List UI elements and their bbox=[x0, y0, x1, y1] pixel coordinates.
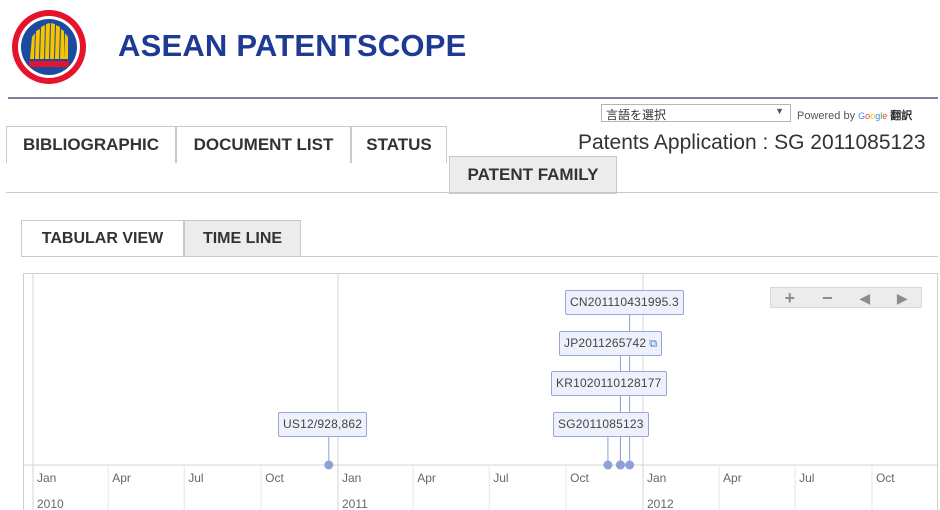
translate-link[interactable]: 翻訳 bbox=[890, 110, 912, 122]
event-dot bbox=[324, 460, 334, 470]
month-tick-label: Oct bbox=[876, 471, 895, 485]
asean-logo bbox=[9, 9, 89, 85]
view-tabs-divider bbox=[21, 256, 938, 257]
timeline-event[interactable]: US12/928,862 bbox=[278, 412, 368, 437]
site-title: ASEAN PATENTSCOPE bbox=[118, 28, 467, 63]
month-tick-label: Jan bbox=[342, 471, 361, 485]
dropdown-arrow-icon: ▼ bbox=[775, 106, 784, 116]
google-logo: Google bbox=[858, 111, 888, 121]
month-tick-label: Jul bbox=[188, 471, 203, 485]
month-tick-label: Jul bbox=[799, 471, 814, 485]
timeline-event-label: SG2011085123 bbox=[558, 417, 644, 431]
timeline-panel[interactable]: Jan 2010 Apr Jul Oct Jan 2011 Apr Jul Oct Jan 2012 A… bbox=[23, 273, 938, 510]
tab-time-line[interactable]: TIME LINE bbox=[184, 220, 301, 257]
external-link-icon[interactable]: ⧉ bbox=[649, 338, 657, 350]
month-tick-label: Apr bbox=[112, 471, 131, 485]
tab-document-list[interactable]: DOCUMENT LIST bbox=[176, 126, 351, 163]
timeline-event[interactable]: KR1020110128177 bbox=[551, 371, 667, 396]
scroll-left-icon[interactable]: ◀ bbox=[851, 288, 879, 307]
event-dot bbox=[603, 460, 613, 470]
timeline-event[interactable]: CN201110431995.3 bbox=[565, 290, 684, 315]
timeline-event-label: JP2011265742 bbox=[564, 336, 647, 350]
zoom-in-icon[interactable]: + bbox=[776, 288, 804, 307]
year-tick-label: 2011 bbox=[342, 497, 368, 510]
timeline-event[interactable]: SG2011085123 bbox=[553, 412, 649, 437]
main-tabs-divider bbox=[6, 192, 938, 193]
tab-patent-family[interactable]: PATENT FAMILY bbox=[449, 156, 617, 194]
timeline-event[interactable]: JP2011265742 ⧉ bbox=[559, 331, 663, 356]
timeline-event-label: US12/928,862 bbox=[283, 417, 363, 431]
language-select[interactable]: 言語を選択 ▼ bbox=[601, 104, 791, 122]
powered-by-google: Powered by Google 翻訳 bbox=[797, 110, 913, 122]
month-tick-label: Jan bbox=[647, 471, 666, 485]
month-tick-label: Oct bbox=[570, 471, 589, 485]
timeline-canvas: Jan 2010 Apr Jul Oct Jan 2011 Apr Jul Oct Jan 2012 A… bbox=[24, 274, 937, 510]
timeline-event-label: KR1020110128177 bbox=[556, 376, 662, 390]
month-tick-label: Apr bbox=[723, 471, 742, 485]
timeline-event-label: CN201110431995.3 bbox=[570, 295, 679, 309]
scroll-right-icon[interactable]: ▶ bbox=[888, 288, 916, 307]
timeline-navigation: + − ◀ ▶ bbox=[770, 287, 922, 308]
header-divider bbox=[8, 97, 938, 99]
month-tick-label: Jan bbox=[37, 471, 56, 485]
event-dot bbox=[615, 460, 625, 470]
month-tick-label: Jul bbox=[493, 471, 508, 485]
year-tick-label: 2010 bbox=[37, 497, 64, 510]
tab-tabular-view[interactable]: TABULAR VIEW bbox=[21, 220, 184, 257]
language-select-value: 言語を選択 bbox=[606, 108, 667, 122]
application-title: Patents Application : SG 2011085123 bbox=[578, 131, 926, 154]
month-tick-label: Oct bbox=[265, 471, 284, 485]
tab-bibliographic[interactable]: BIBLIOGRAPHIC bbox=[6, 126, 176, 163]
year-tick-label: 2012 bbox=[647, 497, 674, 510]
event-dot bbox=[625, 460, 635, 470]
month-tick-label: Apr bbox=[417, 471, 436, 485]
zoom-out-icon[interactable]: − bbox=[813, 288, 841, 307]
tab-status[interactable]: STATUS bbox=[351, 126, 447, 163]
